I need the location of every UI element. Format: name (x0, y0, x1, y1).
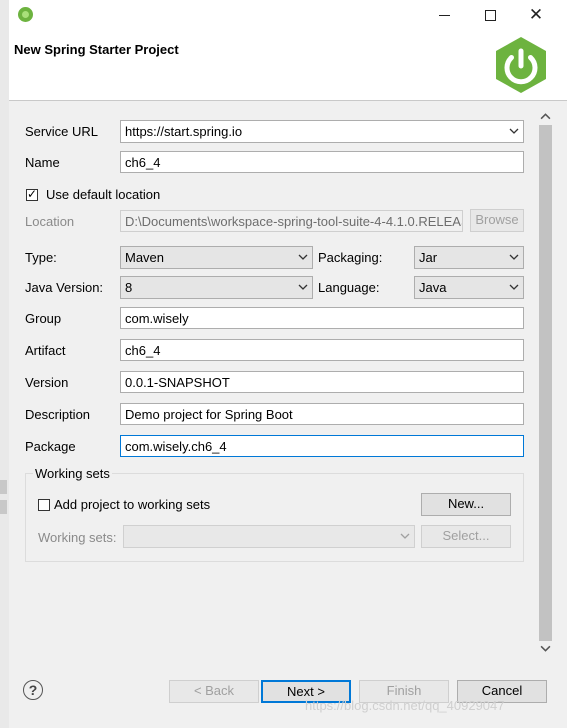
select-working-sets-button: Select... (421, 525, 511, 548)
minimize-button[interactable] (421, 0, 467, 30)
chevron-down-icon (509, 128, 519, 134)
working-sets-group-title: Working sets (33, 466, 112, 481)
artifact-label: Artifact (25, 343, 66, 358)
java-version-select[interactable]: 8 (120, 276, 313, 299)
type-label: Type: (25, 250, 57, 265)
background-window-strip (0, 0, 9, 728)
description-label: Description (25, 407, 91, 422)
dialog-header: New Spring Starter Project (9, 30, 567, 101)
background-strip-mark (0, 480, 7, 494)
service-url-combo[interactable]: https://start.spring.io (120, 120, 524, 143)
java-version-label: Java Version: (25, 280, 104, 295)
location-label: Location (25, 214, 75, 229)
chevron-down-icon (400, 533, 410, 539)
background-strip-mark (0, 500, 7, 514)
description-input[interactable]: Demo project for Spring Boot (120, 403, 524, 425)
language-select[interactable]: Java (414, 276, 524, 299)
chevron-down-icon (509, 284, 519, 290)
java-version-value: 8 (125, 280, 133, 295)
add-to-working-sets-label: Add project to working sets (54, 497, 211, 512)
new-working-set-button[interactable]: New... (421, 493, 511, 516)
working-sets-select (123, 525, 415, 548)
group-input[interactable]: com.wisely (120, 307, 524, 329)
package-input[interactable]: com.wisely.ch6_4 (120, 435, 524, 457)
minimize-icon (438, 14, 450, 16)
working-sets-label: Working sets: (38, 530, 117, 545)
chevron-down-icon (298, 254, 308, 260)
use-default-location-label: Use default location (46, 187, 161, 202)
maximize-button[interactable] (467, 0, 513, 30)
packaging-label: Packaging: (318, 250, 383, 265)
dialog-title: New Spring Starter Project (14, 42, 179, 57)
browse-button: Browse (470, 209, 524, 232)
form-area: Service URL https://start.spring.io Name… (9, 101, 536, 636)
checkmark-icon: ✓ (27, 187, 38, 201)
spring-leaf-icon (18, 7, 33, 22)
version-label: Version (25, 375, 69, 390)
scroll-up-icon[interactable] (540, 111, 551, 122)
power-icon (496, 37, 546, 93)
language-value: Java (419, 280, 447, 295)
service-url-label: Service URL (25, 124, 98, 139)
dialog-footer: ? < Back Next > Finish Cancel (9, 658, 567, 728)
type-select[interactable]: Maven (120, 246, 313, 269)
scroll-down-icon[interactable] (540, 643, 551, 654)
packaging-select[interactable]: Jar (414, 246, 524, 269)
vertical-scrollbar[interactable] (537, 108, 554, 658)
version-input[interactable]: 0.0.1-SNAPSHOT (120, 371, 524, 393)
add-to-working-sets-checkbox[interactable] (38, 499, 50, 511)
language-label: Language: (318, 280, 380, 295)
new-project-dialog: ✕ New Spring Starter Project Service URL… (9, 0, 567, 728)
name-input[interactable]: ch6_4 (120, 151, 524, 173)
chevron-down-icon (509, 254, 519, 260)
chevron-down-icon (298, 284, 308, 290)
watermark: https://blog.csdn.net/qq_40929047 (305, 698, 505, 713)
group-label: Group (25, 311, 62, 326)
maximize-icon (484, 9, 496, 21)
working-sets-group (25, 473, 524, 562)
type-value: Maven (125, 250, 165, 265)
artifact-input[interactable]: ch6_4 (120, 339, 524, 361)
scrollbar-thumb[interactable] (539, 125, 552, 641)
location-input: D:\Documents\workspace-spring-tool-suite… (120, 210, 463, 232)
close-button[interactable]: ✕ (513, 0, 559, 30)
help-icon[interactable]: ? (23, 680, 43, 700)
use-default-location-checkbox[interactable]: ✓ (26, 187, 38, 201)
packaging-value: Jar (419, 250, 438, 265)
title-bar: ✕ (9, 0, 567, 30)
name-label: Name (25, 155, 60, 170)
service-url-value: https://start.spring.io (125, 124, 243, 139)
package-label: Package (25, 439, 76, 454)
back-button: < Back (169, 680, 259, 703)
